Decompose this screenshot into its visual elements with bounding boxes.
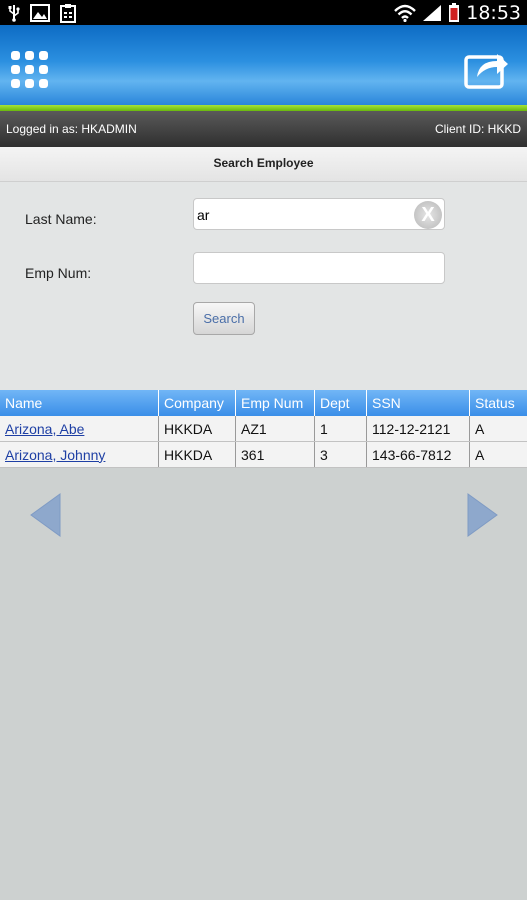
- company-cell: HKKDA: [158, 441, 236, 468]
- search-button[interactable]: Search: [193, 302, 255, 335]
- column-header-status[interactable]: Status: [469, 390, 527, 416]
- status-bar: 18:53: [0, 0, 527, 25]
- emp-num-cell: 361: [235, 441, 315, 468]
- last-name-value: ar: [197, 207, 210, 223]
- ssn-cell: 112-12-2121: [366, 416, 470, 442]
- table-row[interactable]: Arizona, Johnny HKKDA 361 3 143-66-7812 …: [0, 441, 527, 468]
- clipboard-icon: [60, 4, 76, 23]
- emp-num-cell: AZ1: [235, 416, 315, 442]
- last-name-label: Last Name:: [25, 211, 97, 227]
- name-cell: Arizona, Abe: [0, 416, 159, 442]
- client-id-label: Client ID: HKKD: [434, 122, 521, 136]
- column-header-company[interactable]: Company: [158, 390, 236, 416]
- clear-input-button[interactable]: X: [414, 201, 442, 229]
- company-cell: HKKDA: [158, 416, 236, 442]
- dept-cell: 3: [314, 441, 367, 468]
- wifi-icon: [394, 4, 417, 22]
- last-name-input[interactable]: ar X: [193, 198, 445, 230]
- search-form: Last Name: ar X Emp Num: Search: [0, 182, 527, 390]
- arrow-right-icon[interactable]: [467, 491, 499, 539]
- column-header-name[interactable]: Name: [0, 390, 159, 416]
- arrow-left-icon[interactable]: [29, 491, 61, 539]
- ssn-cell: 143-66-7812: [366, 441, 470, 468]
- page-title: Search Employee: [0, 147, 527, 182]
- emp-num-input[interactable]: [193, 252, 445, 284]
- clock: 18:53: [466, 1, 521, 24]
- name-cell: Arizona, Johnny: [0, 441, 159, 468]
- column-header-emp-num[interactable]: Emp Num: [235, 390, 315, 416]
- table-header-row: Name Company Emp Num Dept SSN Status: [0, 390, 527, 416]
- employee-link[interactable]: Arizona, Abe: [5, 421, 84, 437]
- battery-icon: [449, 2, 460, 22]
- status-cell: A: [469, 441, 527, 468]
- usb-icon: [8, 5, 20, 22]
- logged-in-label: Logged in as: HKADMIN: [6, 122, 137, 136]
- share-icon[interactable]: [463, 47, 509, 91]
- emp-num-label: Emp Num:: [25, 265, 92, 281]
- signal-icon: [423, 4, 442, 21]
- results-table: Name Company Emp Num Dept SSN Status Ari…: [0, 390, 527, 468]
- employee-link[interactable]: Arizona, Johnny: [5, 447, 105, 463]
- column-header-ssn[interactable]: SSN: [366, 390, 470, 416]
- session-info-bar: Logged in as: HKADMIN Client ID: HKKD: [0, 111, 527, 147]
- dept-cell: 1: [314, 416, 367, 442]
- column-header-dept[interactable]: Dept: [314, 390, 367, 416]
- table-row[interactable]: Arizona, Abe HKKDA AZ1 1 112-12-2121 A: [0, 416, 527, 442]
- grid-menu-icon[interactable]: [11, 51, 49, 89]
- image-icon: [30, 4, 50, 22]
- status-cell: A: [469, 416, 527, 442]
- app-header: [0, 25, 527, 105]
